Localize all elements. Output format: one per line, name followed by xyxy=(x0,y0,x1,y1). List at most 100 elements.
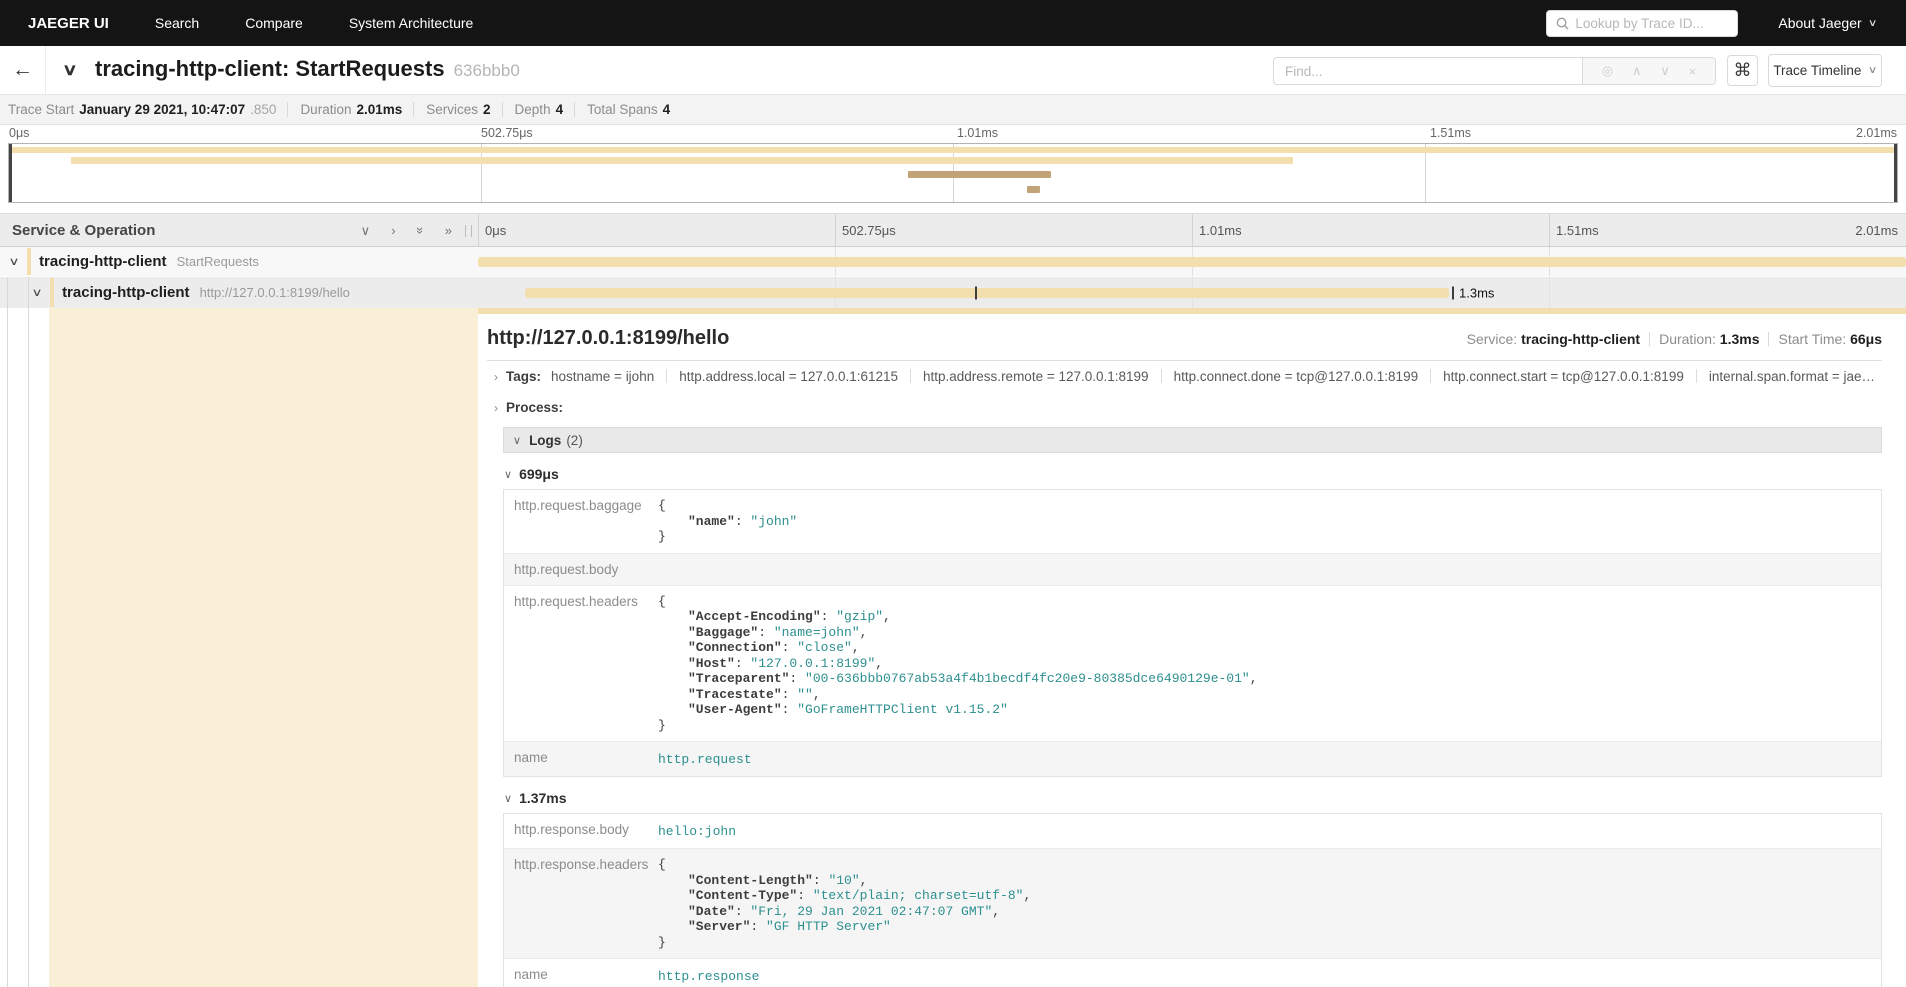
tag-item[interactable]: http.connect.start = tcp@127.0.0.1:8199 xyxy=(1443,369,1684,384)
service-operation-column-header: Service & Operation xyxy=(12,222,155,239)
span-timeline-cell[interactable]: 1.3ms xyxy=(478,277,1906,308)
json-close-brace: } xyxy=(658,529,1871,545)
tag-item[interactable]: http.address.local = 127.0.0.1:61215 xyxy=(679,369,898,384)
tag-item[interactable]: hostname = ijohn xyxy=(551,369,654,384)
summary-trace-start: Trace StartJanuary 29 2021, 10:47:07.850 xyxy=(8,102,276,117)
log-marker-tick[interactable] xyxy=(975,286,977,299)
back-button[interactable]: ← xyxy=(0,46,46,94)
expand-one-chevron-down-icon[interactable]: ∨ xyxy=(361,224,371,237)
log-field-row: http.response.headers{"Content-Length": … xyxy=(504,848,1881,958)
chevron-down-icon[interactable]: ∨ xyxy=(31,286,42,299)
log-field-row: http.request.headers{"Accept-Encoding": … xyxy=(504,585,1881,742)
chevron-down-icon: ∨ xyxy=(504,792,512,805)
nav-link-search[interactable]: Search xyxy=(155,15,199,31)
detail-duration: Duration: 1.3ms xyxy=(1659,331,1759,347)
process-label: Process: xyxy=(506,400,563,415)
log-timestamp-toggle[interactable]: ∨1.37ms xyxy=(504,790,1882,806)
tag-separator xyxy=(1430,369,1431,383)
log-field-value: http.response xyxy=(656,959,1881,987)
json-entry: "Host": "127.0.0.1:8199", xyxy=(658,656,1871,672)
command-icon: ⌘ xyxy=(1734,60,1752,81)
json-value-block: {"Accept-Encoding": "gzip","Baggage": "n… xyxy=(658,594,1871,734)
trace-view-select-value: Trace Timeline xyxy=(1773,63,1861,78)
minimap-tick-labels: 0μs 502.75μs 1.01ms 1.51ms 2.01ms xyxy=(0,126,1906,143)
timeline-ruler: 0μs 502.75μs 1.01ms 1.51ms 2.01ms xyxy=(478,214,1906,246)
logs-section: ∨ Logs (2) ∨699μs http.request.baggage{"n… xyxy=(503,427,1882,987)
minimap-left-drag-handle[interactable] xyxy=(9,144,12,202)
about-jaeger-menu[interactable]: About Jaeger ∨ xyxy=(1778,15,1876,31)
json-entry: "name": "john" xyxy=(658,514,1871,530)
log-field-key: http.request.body xyxy=(504,554,656,585)
span-detail-overview: Service: tracing-http-client Duration: 1… xyxy=(1467,331,1882,347)
chevron-down-icon[interactable]: ∨ xyxy=(8,255,19,268)
trace-id-lookup[interactable] xyxy=(1546,10,1738,37)
json-value-block: {"Content-Length": "10","Content-Type": … xyxy=(658,857,1871,950)
log-field-value: {"name": "john"} xyxy=(656,490,1881,553)
top-nav: JAEGER UI Search Compare System Architec… xyxy=(0,0,1906,46)
summary-depth: Depth4 xyxy=(502,102,564,117)
nav-link-system-architecture[interactable]: System Architecture xyxy=(349,15,474,31)
minimap-right-drag-handle[interactable] xyxy=(1894,144,1897,202)
detail-service: Service: tracing-http-client xyxy=(1467,331,1640,347)
span-bar[interactable] xyxy=(525,288,1449,298)
json-entry: "Baggage": "name=john", xyxy=(658,625,1871,641)
json-open-brace: { xyxy=(658,857,1871,873)
logs-count: (2) xyxy=(566,433,583,448)
tick-label: 2.01ms xyxy=(1856,126,1897,140)
log-field-value: hello:john xyxy=(656,814,1881,848)
json-entry: "Tracestate": "", xyxy=(658,687,1871,703)
ruler-tick: 502.75μs xyxy=(835,214,896,246)
find-input[interactable] xyxy=(1274,58,1583,84)
span-detail-panel: http://127.0.0.1:8199/hello Service: tra… xyxy=(478,314,1906,987)
span-detail-title: http://127.0.0.1:8199/hello xyxy=(487,327,729,350)
trace-title: tracing-http-client: StartRequests636bbb… xyxy=(95,56,520,82)
span-row[interactable]: ∨ tracing-http-client http://127.0.0.1:819… xyxy=(0,277,1906,308)
trace-collapse-chevron-down-icon[interactable]: ∨ xyxy=(62,60,78,80)
locate-icon[interactable]: ◎ xyxy=(1602,63,1613,79)
log-field-key: http.request.headers xyxy=(504,586,656,617)
tags-list: hostname = ijohn http.address.local = 127… xyxy=(551,369,1875,384)
json-entry: "Content-Type": "text/plain; charset=utf… xyxy=(658,888,1871,904)
log-field-row: http.response.bodyhello:john xyxy=(504,814,1881,848)
chevron-down-icon: ∨ xyxy=(1868,18,1878,29)
log-field-value: {"Accept-Encoding": "gzip","Baggage": "n… xyxy=(656,586,1881,742)
log-field-code-value: hello:john xyxy=(658,824,736,839)
chevron-down-icon: ∨ xyxy=(504,468,512,481)
span-operation-name: http://127.0.0.1:8199/hello xyxy=(200,285,350,300)
trace-id-lookup-input[interactable] xyxy=(1575,16,1728,31)
next-result-chevron-down-icon[interactable]: ∨ xyxy=(1660,63,1670,79)
ruler-tick: 1.51ms xyxy=(1549,214,1599,246)
tag-item[interactable]: http.connect.done = tcp@127.0.0.1:8199 xyxy=(1174,369,1419,384)
keyboard-shortcuts-button[interactable]: ⌘ xyxy=(1727,55,1758,86)
span-timeline-cell[interactable] xyxy=(478,247,1906,276)
tag-item[interactable]: http.address.remote = 127.0.0.1:8199 xyxy=(923,369,1149,384)
span-bar[interactable] xyxy=(478,257,1906,267)
span-row[interactable]: ∨tracing-http-clientStartRequests xyxy=(0,247,1906,277)
about-jaeger-label: About Jaeger xyxy=(1778,15,1861,31)
tag-item[interactable]: internal.span.format = jae… xyxy=(1709,369,1875,384)
nav-link-compare[interactable]: Compare xyxy=(245,15,303,31)
column-resizer-handle[interactable] xyxy=(465,225,472,237)
log-fields-table: http.request.baggage{"name": "john"}http… xyxy=(503,489,1882,777)
collapse-one-chevron-right-icon[interactable]: › xyxy=(391,224,395,237)
clear-icon[interactable]: × xyxy=(1689,64,1697,79)
chevron-right-icon: › xyxy=(494,370,498,384)
logs-toggle-row[interactable]: ∨ Logs (2) xyxy=(503,427,1882,453)
prev-result-chevron-up-icon[interactable]: ∧ xyxy=(1632,63,1642,79)
log-field-row: namehttp.response xyxy=(504,958,1881,987)
app-logo[interactable]: JAEGER UI xyxy=(28,15,109,32)
collapse-all-double-chevron-right-icon[interactable]: » xyxy=(445,224,452,237)
log-field-code-value: http.request xyxy=(658,752,752,767)
tags-toggle-row[interactable]: › Tags: hostname = ijohnhttp.address.loc… xyxy=(494,361,1882,392)
chevron-down-icon: ∨ xyxy=(513,434,521,447)
json-close-brace: } xyxy=(658,718,1871,734)
expand-all-double-chevron-down-icon[interactable]: » xyxy=(414,226,427,233)
process-toggle-row[interactable]: › Process: xyxy=(494,392,1882,423)
span-service-name: tracing-http-client xyxy=(62,284,190,301)
span-color-indicator xyxy=(27,248,31,275)
log-marker-tick[interactable] xyxy=(1452,286,1454,299)
log-timestamp-toggle[interactable]: ∨699μs xyxy=(504,466,1882,482)
timeline-minimap[interactable] xyxy=(8,143,1898,203)
trace-view-select[interactable]: Trace Timeline ∨ xyxy=(1768,54,1882,87)
json-value-block: {"name": "john"} xyxy=(658,498,1871,545)
